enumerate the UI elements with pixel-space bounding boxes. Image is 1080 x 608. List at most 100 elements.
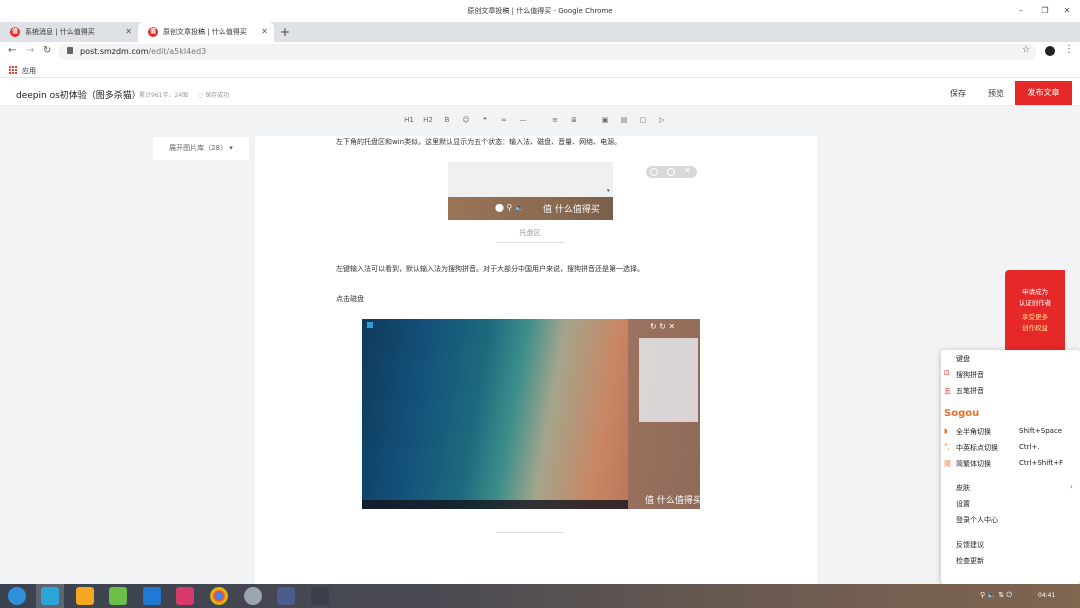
system-tray-icons[interactable]: ⚲ 🔈 ⇅ ⏻ <box>980 591 1012 600</box>
account-icon[interactable] <box>1045 46 1055 56</box>
image-caption[interactable]: 托盘区 <box>496 228 564 238</box>
screenshot-disk-panel <box>639 338 698 422</box>
numbered-list-icon[interactable]: ≣ <box>568 116 580 124</box>
new-tab-icon[interactable]: + <box>280 25 290 39</box>
tray-icons: ⬤ ⚲ 🔈 <box>495 203 525 212</box>
watermark: 值 什么值得买 <box>543 205 600 215</box>
crop-icon[interactable] <box>667 168 675 176</box>
chrome-menu-icon[interactable]: ⋮ <box>1064 44 1074 55</box>
tab-close-icon[interactable]: ✕ <box>261 27 268 36</box>
menu-item-keyboard[interactable]: 键盘 <box>956 354 970 364</box>
app-store-icon[interactable] <box>76 587 94 605</box>
tab-close-icon[interactable]: ✕ <box>125 27 132 36</box>
chrome-icon[interactable] <box>210 587 228 605</box>
movie-icon[interactable] <box>143 587 161 605</box>
menu-item-settings[interactable]: 设置 <box>956 499 970 509</box>
url-text[interactable]: post.smzdm.com/edit/a5kl4ed3 <box>80 47 206 56</box>
tab-system-messages[interactable]: 值 系统消息 | 什么值得买 ✕ <box>0 22 138 42</box>
divider-icon[interactable]: — <box>517 116 529 124</box>
lock-icon[interactable] <box>67 47 73 54</box>
bulleted-list-icon[interactable]: ≡ <box>549 116 561 124</box>
shortcut: Ctrl+Shift+F <box>1019 459 1064 467</box>
article-title[interactable]: deepin os初体验（图多杀猫） <box>16 88 141 101</box>
shortcut: Shift+Space <box>1019 427 1063 435</box>
minimize-icon[interactable]: – <box>1014 6 1028 15</box>
sogou-pinyin-icon: ⊡ <box>944 369 950 377</box>
promo-text: 创作权益 <box>1022 324 1048 332</box>
menu-item-simp-trad[interactable]: 简繁体切换 <box>956 459 991 469</box>
apps-label[interactable]: 应用 <box>22 66 36 76</box>
back-icon[interactable]: ← <box>8 45 16 56</box>
tab-label: 系统消息 | 什么值得买 <box>25 28 95 36</box>
menu-item-login[interactable]: 登录个人中心 <box>956 515 998 525</box>
promo-text: 申请成为 <box>1022 288 1048 296</box>
dropdown-caret-icon: ▾ <box>607 188 610 194</box>
word-count: 累计961字，24图 <box>139 92 189 99</box>
close-window-icon[interactable]: ✕ <box>1060 6 1074 15</box>
menu-item-skin[interactable]: 皮肤 <box>956 483 970 493</box>
system-taskbar <box>0 584 1080 608</box>
tray-screenshot-image[interactable] <box>448 162 613 197</box>
settings-gear-icon[interactable] <box>244 587 262 605</box>
quote-icon[interactable]: ❝ <box>479 116 491 124</box>
save-button[interactable]: 保存 <box>950 88 966 99</box>
link-icon[interactable]: ∞ <box>498 116 510 124</box>
simplified-traditional-icon: 简 <box>944 460 951 468</box>
tab-post-editor[interactable]: 值 原创文章投稿 | 什么值得买 ✕ <box>138 22 274 42</box>
maximize-icon[interactable]: ❐ <box>1038 6 1052 15</box>
file-manager-icon[interactable] <box>41 587 59 605</box>
expand-gallery-button[interactable]: 展开图片库（28） ▾ <box>153 137 249 160</box>
video-icon[interactable]: ▷ <box>656 116 668 124</box>
menu-item-feedback[interactable]: 反馈建议 <box>956 540 984 550</box>
product-card-icon[interactable]: ▢ <box>637 116 649 124</box>
heading2-icon[interactable]: H2 <box>422 116 434 124</box>
screenshot-dock <box>362 500 628 509</box>
screenshot-controls: ↻ ↻ ✕ <box>650 322 676 331</box>
menu-item-sogou-pinyin[interactable]: 搜狗拼音 <box>956 370 984 380</box>
system-monitor-icon[interactable] <box>277 587 295 605</box>
emoji-icon[interactable]: ☺ <box>460 116 472 124</box>
caption-underline <box>496 532 564 533</box>
menu-item-fullhalf[interactable]: 全半角切换 <box>956 427 991 437</box>
smzdm-favicon-icon: 值 <box>10 27 20 37</box>
punctuation-icon: °, <box>944 443 950 451</box>
launcher-icon[interactable] <box>8 587 26 605</box>
window-title: 原创文章投稿 | 什么值得买 - Google Chrome <box>467 7 613 15</box>
tab-label: 原创文章投稿 | 什么值得买 <box>163 28 247 36</box>
reload-icon[interactable]: ↻ <box>43 45 51 56</box>
apps-grid-icon[interactable] <box>8 65 17 74</box>
shortcut: Ctrl+. <box>1019 443 1040 451</box>
paragraph[interactable]: 左键输入法可以看到，默认输入法为搜狗拼音。对于大部分中国用户来说，搜狗拼音还是第… <box>336 264 644 274</box>
screenshot-icon[interactable] <box>176 587 194 605</box>
heading1-icon[interactable]: H1 <box>403 116 415 124</box>
music-icon[interactable] <box>109 587 127 605</box>
preview-button[interactable]: 预览 <box>988 88 1004 99</box>
bookmarks-bar <box>0 62 1080 78</box>
smzdm-favicon-icon: 值 <box>148 27 158 37</box>
delete-image-icon[interactable]: ✕ <box>684 166 691 175</box>
wubi-icon: 五 <box>944 387 951 395</box>
menu-item-update[interactable]: 检查更新 <box>956 556 984 566</box>
menu-item-punctuation[interactable]: 中英标点切换 <box>956 443 998 453</box>
forward-icon[interactable]: → <box>26 45 34 56</box>
bookmark-star-icon[interactable]: ☆ <box>1022 45 1030 55</box>
promo-text: 享受更多 <box>1022 313 1048 321</box>
desktop-icon <box>367 322 373 328</box>
watermark: 值 什么值得买 <box>645 496 702 506</box>
paragraph[interactable]: 左下角的托盘区和win类似，这里默认显示为五个状态：输入法、磁盘、音量、网络、电… <box>336 137 621 147</box>
save-status: ◌ 保存成功 <box>198 92 230 99</box>
gallery-icon[interactable]: ▤ <box>618 116 630 124</box>
caption-underline <box>496 242 564 243</box>
terminal-icon[interactable] <box>311 587 329 605</box>
fullhalf-icon: ◗ <box>944 427 948 435</box>
sogou-logo: Sogou <box>944 408 980 419</box>
paragraph[interactable]: 点击磁盘 <box>336 294 364 304</box>
clock[interactable]: 04:41 <box>1038 592 1055 599</box>
rotate-icon[interactable] <box>650 168 658 176</box>
publish-button[interactable]: 发布文章 <box>1015 81 1072 105</box>
image-icon[interactable]: ▣ <box>599 116 611 124</box>
menu-item-wubi[interactable]: 五笔拼音 <box>956 386 984 396</box>
submenu-arrow-icon: › <box>1070 483 1073 491</box>
promo-text: 认证创作者 <box>1018 299 1052 307</box>
bold-icon[interactable]: B <box>441 116 453 124</box>
